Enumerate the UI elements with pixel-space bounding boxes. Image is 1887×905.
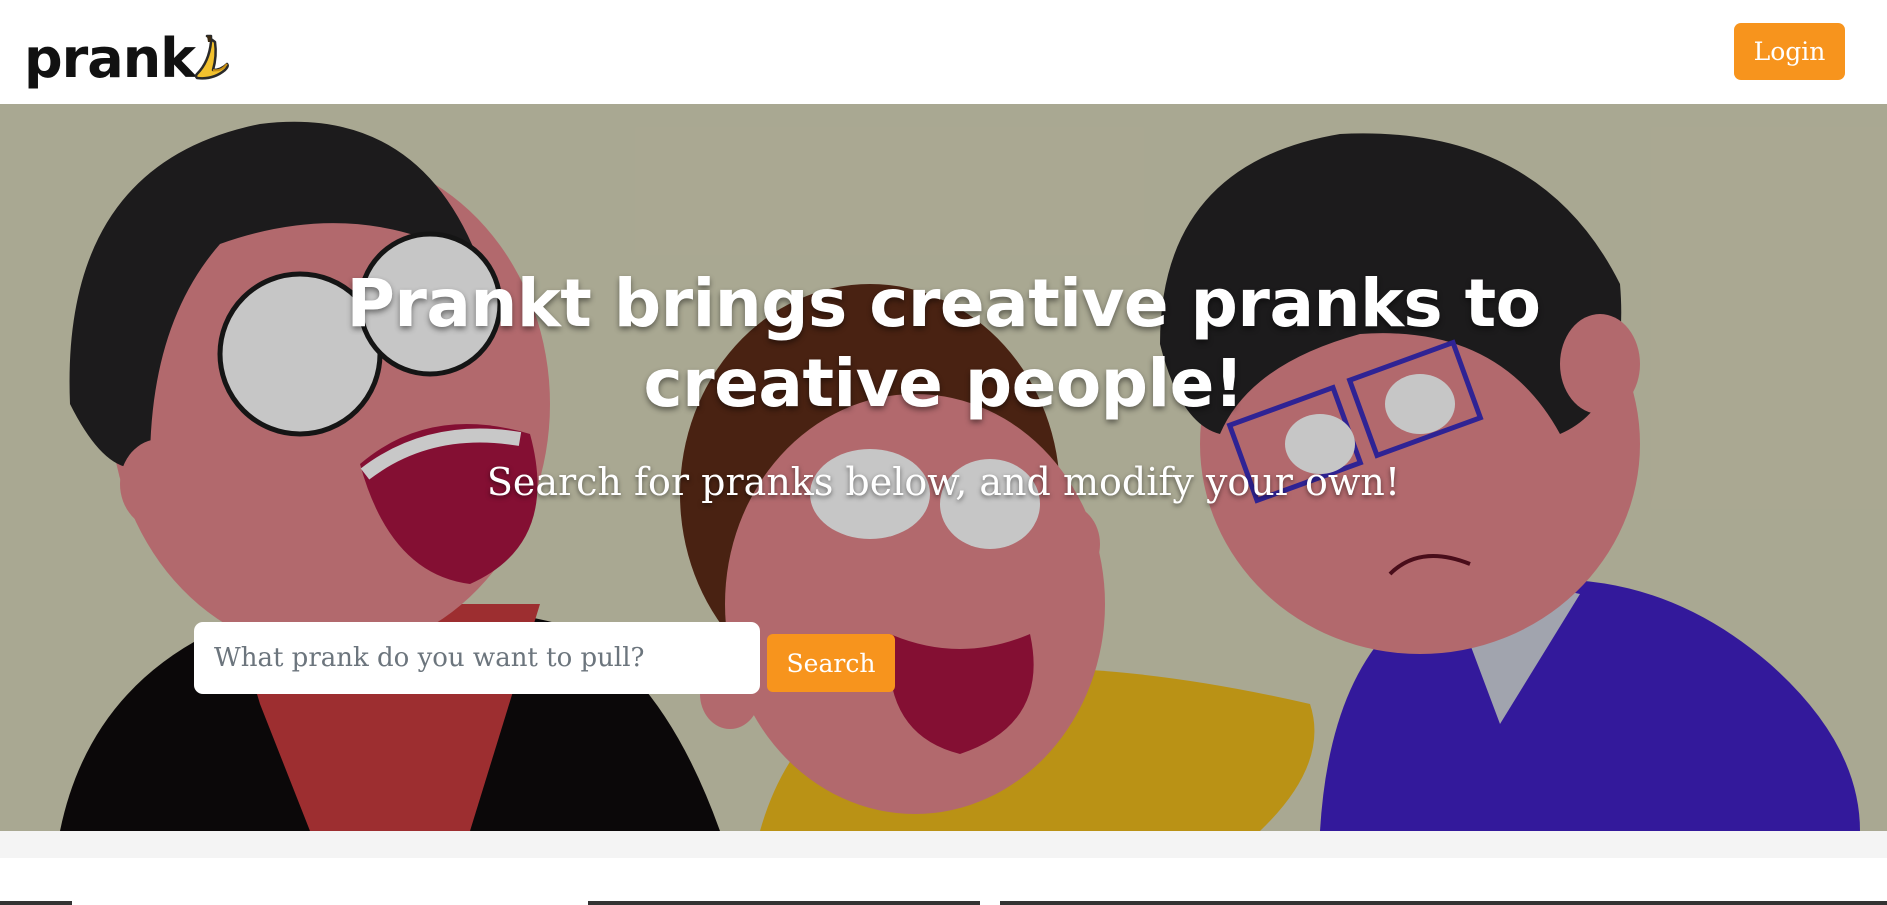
login-button[interactable]: Login	[1734, 23, 1845, 80]
navbar: prank Login	[0, 0, 1887, 104]
hero-section: Prankt brings creative pranks to creativ…	[0, 104, 1887, 831]
card-edge	[0, 901, 72, 905]
hero-title: Prankt brings creative pranks to creativ…	[346, 265, 1541, 422]
search-button[interactable]: Search	[767, 634, 895, 692]
results-section	[0, 858, 1887, 905]
hero-subtitle: Search for pranks below, and modify your…	[486, 460, 1401, 504]
card-edge	[1000, 901, 1887, 905]
logo-text: prank	[24, 27, 196, 90]
site-logo[interactable]: prank	[24, 18, 231, 86]
search-input[interactable]	[194, 622, 760, 694]
card-edge	[588, 901, 980, 905]
banana-icon	[194, 34, 229, 80]
